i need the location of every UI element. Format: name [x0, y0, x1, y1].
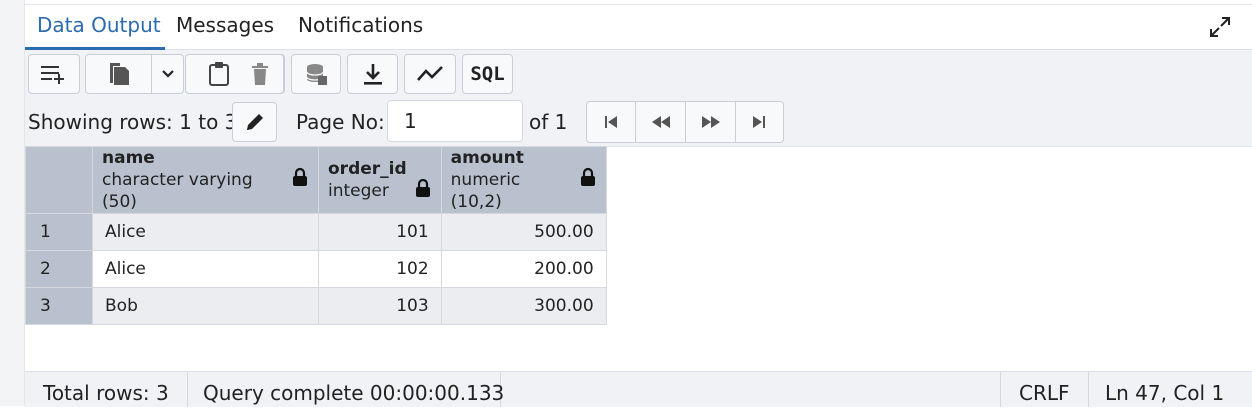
cell-order-id[interactable]: 101	[318, 213, 442, 251]
cell-amount[interactable]: 500.00	[440, 213, 607, 251]
graph-visualiser-button[interactable]	[404, 54, 456, 94]
skip-last-icon	[753, 116, 766, 128]
result-tabs: Data Output Messages Notifications	[25, 5, 1252, 50]
cell-amount[interactable]: 200.00	[440, 250, 607, 288]
copy-group	[85, 54, 184, 94]
cell-order-id[interactable]: 102	[318, 250, 442, 288]
total-rows-status: Total rows: 3	[25, 372, 188, 407]
row-number[interactable]: 1	[25, 213, 93, 251]
showing-rows-label: Showing rows: 1 to 3	[28, 110, 238, 134]
status-bar: Total rows: 3 Query complete 00:00:00.13…	[25, 371, 1252, 407]
pagination-controls	[586, 101, 784, 143]
row-number[interactable]: 3	[25, 287, 93, 325]
tab-data-output[interactable]: Data Output	[37, 13, 161, 37]
last-page-button[interactable]	[736, 102, 783, 142]
sql-button[interactable]: SQL	[462, 54, 513, 94]
save-data-button[interactable]	[291, 54, 341, 94]
left-gutter	[0, 0, 25, 406]
download-icon	[363, 64, 382, 85]
paste-icon	[208, 62, 229, 86]
table-row[interactable]: 1 Alice 101 500.00	[25, 213, 607, 251]
cell-amount[interactable]: 300.00	[440, 287, 607, 325]
column-type: numeric (10,2)	[450, 170, 521, 212]
add-row-button[interactable]	[28, 54, 80, 94]
copy-button[interactable]	[86, 55, 153, 93]
copy-options-dropdown[interactable]	[152, 55, 183, 93]
cell-name[interactable]: Alice	[92, 213, 319, 251]
lock-icon	[580, 167, 595, 186]
delete-icon	[251, 63, 268, 85]
delete-button[interactable]	[236, 54, 284, 94]
copy-icon	[109, 63, 129, 85]
sql-label: SQL	[470, 63, 505, 85]
row-number[interactable]: 2	[25, 250, 93, 288]
page-count-label: of 1	[529, 110, 568, 134]
line-ending-status[interactable]: CRLF	[1000, 372, 1089, 407]
pencil-icon	[246, 114, 263, 130]
table-row[interactable]: 3 Bob 103 300.00	[25, 287, 607, 325]
row-number-header[interactable]	[25, 146, 93, 214]
column-header-amount[interactable]: amount numeric (10,2)	[440, 146, 607, 214]
column-name: order_id	[328, 159, 407, 179]
next-page-button[interactable]	[686, 102, 736, 142]
rewind-icon	[651, 116, 670, 128]
column-name: amount	[450, 148, 524, 168]
add-row-icon	[41, 66, 64, 84]
table-row[interactable]: 2 Alice 102 200.00	[25, 250, 607, 288]
lock-icon	[293, 167, 307, 186]
save-data-icon	[306, 64, 327, 85]
tab-messages[interactable]: Messages	[176, 13, 274, 37]
cell-order-id[interactable]: 103	[318, 287, 442, 325]
result-toolbar: SQL Showing rows: 1 to 3 Page No: of 1	[25, 50, 1252, 147]
lock-icon	[415, 178, 430, 197]
column-type: integer	[328, 181, 389, 201]
column-header-order-id[interactable]: order_id integer	[318, 146, 442, 214]
edit-row-range-button[interactable]	[232, 102, 277, 142]
graph-icon	[417, 66, 443, 81]
query-status: Query complete 00:00:00.133	[185, 372, 504, 407]
maximize-icon[interactable]	[1208, 15, 1232, 39]
column-header-name[interactable]: name character varying (50)	[92, 146, 319, 214]
chevron-down-icon	[161, 70, 174, 78]
tab-notifications[interactable]: Notifications	[298, 13, 423, 37]
cell-name[interactable]: Bob	[92, 287, 319, 325]
page-number-input[interactable]	[387, 100, 523, 142]
column-type: character varying (50)	[102, 170, 253, 212]
previous-page-button[interactable]	[636, 102, 687, 142]
download-button[interactable]	[347, 54, 398, 94]
cell-name[interactable]: Alice	[92, 250, 319, 288]
skip-first-icon	[605, 116, 618, 128]
cursor-position-status: Ln 47, Col 1	[1105, 381, 1225, 405]
first-page-button[interactable]	[587, 102, 637, 142]
page-no-label: Page No:	[296, 110, 385, 134]
column-name: name	[102, 148, 155, 168]
fast-forward-icon	[701, 116, 720, 128]
result-grid: name character varying (50) order_id int…	[25, 146, 607, 325]
